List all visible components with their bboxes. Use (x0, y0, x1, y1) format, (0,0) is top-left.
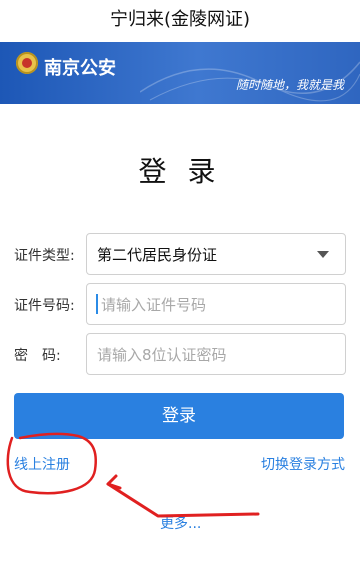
id-type-label: 证件类型: (14, 248, 75, 264)
id-type-select[interactable]: 第二代居民身份证 (86, 233, 346, 275)
password-placeholder: 请输入8位认证密码 (97, 346, 227, 364)
text-caret (96, 294, 98, 314)
id-type-value: 第二代居民身份证 (97, 246, 218, 264)
more-link[interactable]: 更多... (160, 513, 201, 533)
window-title: 宁归来(金陵网证) (0, 0, 360, 42)
police-emblem-icon (16, 52, 38, 74)
password-input[interactable]: 请输入8位认证密码 (86, 333, 346, 375)
brand-name: 南京公安 (44, 58, 116, 79)
id-number-label: 证件号码: (14, 298, 75, 314)
id-number-placeholder: 请输入证件号码 (101, 296, 207, 314)
switch-login-link[interactable]: 切换登录方式 (261, 454, 345, 474)
banner-decoration (140, 61, 360, 102)
page-title: 登 录 (138, 155, 222, 188)
header-banner: 南京公安 随时随地，我就是我 (0, 42, 360, 104)
register-link[interactable]: 线上注册 (14, 454, 70, 474)
login-button[interactable]: 登录 (14, 393, 344, 439)
password-label: 密 码: (14, 348, 61, 364)
chevron-down-icon (317, 251, 329, 258)
id-number-input[interactable]: 请输入证件号码 (86, 283, 346, 325)
slogan: 随时随地，我就是我 (235, 78, 344, 92)
